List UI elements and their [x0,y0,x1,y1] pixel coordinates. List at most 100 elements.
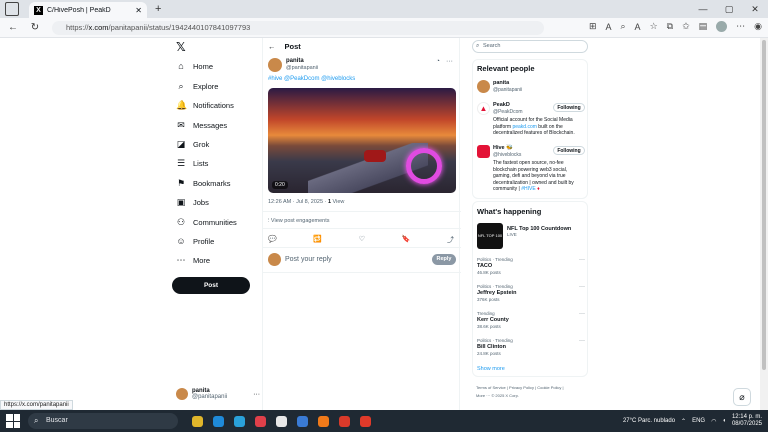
refresh-icon[interactable]: ↻ [26,22,44,33]
reply-composer: Post your reply Reply [268,253,456,266]
trend-item[interactable]: Politics · Trending Jeffrey Epstein 376K p… [477,284,585,303]
x-logo-icon[interactable]: 𝕏 [176,40,186,54]
nav-lists[interactable]: ☰ Lists [176,158,208,168]
read-aloud-icon[interactable]: A [635,22,641,32]
trend-item[interactable]: Politics · Trending TACO 46.8K posts ··· [477,257,585,276]
video-car [364,150,386,162]
nav-notifications[interactable]: 🔔 Notifications [176,100,234,110]
favorites-icon[interactable]: ✩ [682,21,690,32]
more-icon[interactable]: ··· [446,58,453,65]
post-column: ← Post panita @panitapanii ◔ ··· #hive @P… [262,38,461,410]
url-path: /panitapanii/status/1942440107841097793 [108,22,251,32]
vivaldi-icon[interactable] [360,415,371,427]
nav-communities[interactable]: ⚇ Communities [176,217,237,227]
more-icon[interactable]: ··· [579,338,585,344]
nav-explore[interactable]: ⌕ Explore [176,81,218,91]
avatar [268,253,281,266]
post-text[interactable]: #hive @PeakDcom @hiveblocks [268,76,355,82]
repost-icon[interactable]: 🔁 [313,235,322,245]
tray-chevron-icon[interactable]: ⌃ [681,418,686,425]
copilot-icon[interactable]: ◉ [754,21,762,32]
more-icon[interactable]: ··· [253,391,260,398]
following-button[interactable]: Following [553,103,585,112]
app-icon[interactable] [255,415,266,427]
reply-button[interactable]: Reply [432,254,456,265]
app-icon[interactable] [192,415,203,427]
post-controls: ◔ ··· [436,58,453,65]
more-icon[interactable]: ··· [579,311,585,317]
nav-home[interactable]: ⌂ Home [176,61,213,71]
volume-icon[interactable]: ◖ [722,418,726,424]
video-neon-ring [406,148,442,184]
more-icon[interactable]: ··· [579,284,585,290]
whats-happening-title: What's happening [477,207,542,216]
scrollbar[interactable] [760,38,768,410]
profile-avatar[interactable] [716,21,728,32]
app-icon[interactable] [297,415,308,427]
nav-grok[interactable]: ◪ Grok [176,139,210,149]
tab-title: C/HivePosh | PeakD [47,6,111,14]
video-player[interactable]: 0:20 [268,88,456,193]
nav-messages[interactable]: ✉ Messages [176,120,227,130]
more-circle-icon: ⋯ [176,255,186,265]
search-input[interactable]: ⌕ Search [472,40,588,53]
extensions-icon[interactable]: ⧉ [667,21,673,32]
share-icon[interactable]: ⤴ [447,235,454,245]
clock[interactable]: 12:14 p. m. 08/07/2025 [732,414,762,428]
new-tab-icon[interactable]: + [155,3,161,15]
wifi-icon[interactable]: ◠ [711,418,716,425]
nav-bookmarks[interactable]: ⚑ Bookmarks [176,178,231,188]
translate-icon[interactable]: A [605,22,611,32]
grok-chat-icon[interactable]: ⌀ [733,388,751,406]
like-icon[interactable]: ♡ [359,235,365,245]
favorite-icon[interactable]: ☆ [650,21,658,32]
reply-icon[interactable]: 💬 [268,235,277,245]
apps-icon[interactable]: ⊞ [589,21,597,32]
weather[interactable]: 27°C Parc. nublado [623,418,675,424]
maximize-icon[interactable]: ▢ [716,0,742,18]
trend-item[interactable]: Trending Kerr County 38.6K posts ··· [477,311,585,330]
back-arrow-icon[interactable]: ← [268,42,276,51]
trend-nfl[interactable]: NFL TOP 100 NFL Top 100 Countdown LIVE [477,223,571,249]
system-tray: 27°C Parc. nublado ⌃ ENG ◠ ◖ 12:14 p. m.… [623,410,762,432]
close-window-icon[interactable]: ✕ [742,0,768,18]
peakd-logo-icon: ▲ [477,102,490,115]
taskbar-search[interactable]: ⌕ Buscar [28,413,178,429]
grok-icon[interactable]: ◔ [436,58,440,65]
browser-tab[interactable]: X C/HivePosh | PeakD ✕ [29,2,147,18]
account-switcher[interactable]: panita @panitapanii ··· [176,388,260,400]
show-more-link[interactable]: Show more [477,366,505,372]
trend-item[interactable]: Politics · Trending Bill Clinton 24.8K pos… [477,338,585,357]
close-tab-icon[interactable]: ✕ [135,6,142,15]
hive-logo-icon [477,145,490,158]
app-icon[interactable] [339,415,350,427]
windows-start-icon[interactable] [6,414,20,428]
menu-icon[interactable]: ⋯ [736,21,745,32]
view-engagements-link[interactable]: ⫶ View post engagements [268,218,330,225]
post-button[interactable]: Post [172,277,250,294]
following-button[interactable]: Following [553,146,585,155]
person-bio: Official account for the Social Media pl… [493,117,575,136]
telegram-icon[interactable] [234,415,245,427]
lang-indicator[interactable]: ENG [692,418,705,424]
nav-profile[interactable]: ☺ Profile [176,236,214,246]
scrollbar-thumb[interactable] [762,40,766,370]
zoom-icon[interactable]: ⌕ [621,21,626,32]
more-icon[interactable]: ··· [579,257,585,263]
back-icon[interactable]: ← [4,22,22,33]
user-icon: ☺ [176,236,186,246]
flame-icon[interactable] [318,415,329,427]
taskbar-apps [192,415,371,427]
nav-more[interactable]: ⋯ More [176,255,211,265]
tab-actions-icon[interactable] [5,2,19,16]
bell-icon: 🔔 [176,100,188,110]
post-author[interactable]: panita @panitapanii [268,58,318,72]
reply-input[interactable]: Post your reply [285,256,432,263]
minimize-icon[interactable]: — [690,0,716,18]
url-field[interactable]: https://x.com/panitapanii/status/1942440… [52,20,544,35]
bookmark-icon[interactable]: 🔖 [402,235,411,245]
edge-icon[interactable] [213,415,224,427]
collections-icon[interactable]: ▤ [699,21,708,32]
chat-icon[interactable] [276,415,287,427]
nav-jobs[interactable]: ▣ Jobs [176,197,209,207]
